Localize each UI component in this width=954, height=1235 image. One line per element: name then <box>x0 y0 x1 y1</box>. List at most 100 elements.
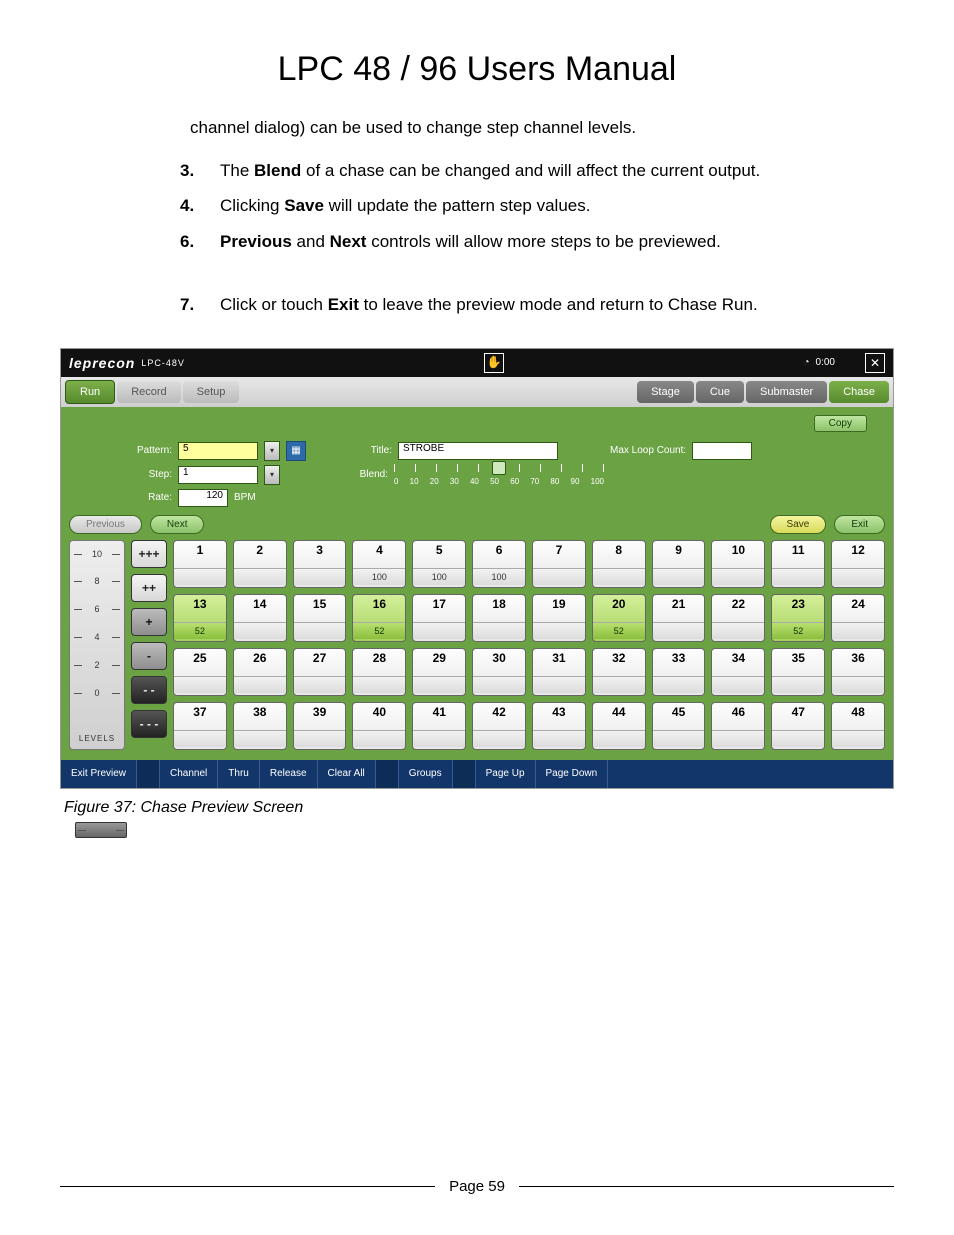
channel-26[interactable]: 26 <box>233 648 287 696</box>
tab-chase[interactable]: Chase <box>829 381 889 403</box>
logo: leprecon <box>69 355 135 371</box>
page-number: Page 59 <box>449 1178 505 1195</box>
bottom-page-down[interactable]: Page Down <box>536 760 609 788</box>
step-input[interactable]: 1 <box>178 466 258 484</box>
title-input[interactable]: STROBE <box>398 442 558 460</box>
tab-record[interactable]: Record <box>117 381 180 403</box>
channel-7[interactable]: 7 <box>532 540 586 588</box>
channel-10[interactable]: 10 <box>711 540 765 588</box>
channel-24[interactable]: 24 <box>831 594 885 642</box>
channel-37[interactable]: 37 <box>173 702 227 750</box>
channel-41[interactable]: 41 <box>412 702 466 750</box>
channel-33[interactable]: 33 <box>652 648 706 696</box>
channel-45[interactable]: 45 <box>652 702 706 750</box>
channel-36[interactable]: 36 <box>831 648 885 696</box>
bottom-groups[interactable]: Groups <box>399 760 453 788</box>
hand-icon[interactable]: ✋ <box>484 353 504 373</box>
bottom-spacer <box>137 760 160 788</box>
maxloop-input[interactable] <box>692 442 752 460</box>
pattern-grid-icon[interactable]: ▦ <box>286 441 306 461</box>
increment-button[interactable]: - - <box>131 676 167 704</box>
channel-13[interactable]: 1352 <box>173 594 227 642</box>
channel-31[interactable]: 31 <box>532 648 586 696</box>
channel-34[interactable]: 34 <box>711 648 765 696</box>
increment-button[interactable]: - - - <box>131 710 167 738</box>
tab-cue[interactable]: Cue <box>696 381 744 403</box>
blend-thumb[interactable] <box>492 461 506 475</box>
rate-input[interactable]: 120 <box>178 489 228 507</box>
channel-18[interactable]: 18 <box>472 594 526 642</box>
bottom-release[interactable]: Release <box>260 760 318 788</box>
channel-25[interactable]: 25 <box>173 648 227 696</box>
save-button[interactable]: Save <box>770 515 827 534</box>
copy-button[interactable]: Copy <box>814 415 867 432</box>
channel-1[interactable]: 1 <box>173 540 227 588</box>
channel-17[interactable]: 17 <box>412 594 466 642</box>
increment-button[interactable]: - <box>131 642 167 670</box>
channel-21[interactable]: 21 <box>652 594 706 642</box>
channel-14[interactable]: 14 <box>233 594 287 642</box>
channel-27[interactable]: 27 <box>293 648 347 696</box>
pattern-dropdown[interactable]: ▾ <box>264 441 280 461</box>
next-button[interactable]: Next <box>150 515 205 534</box>
level-knob[interactable] <box>75 822 127 838</box>
channel-43[interactable]: 43 <box>532 702 586 750</box>
channel-8[interactable]: 8 <box>592 540 646 588</box>
increment-button[interactable]: +++ <box>131 540 167 568</box>
channel-22[interactable]: 22 <box>711 594 765 642</box>
channel-12[interactable]: 12 <box>831 540 885 588</box>
channel-44[interactable]: 44 <box>592 702 646 750</box>
bottom-page-up[interactable]: Page Up <box>476 760 536 788</box>
channel-6[interactable]: 6100 <box>472 540 526 588</box>
channel-47[interactable]: 47 <box>771 702 825 750</box>
channel-9[interactable]: 9 <box>652 540 706 588</box>
chase-panel: Copy Pattern: 5 ▾ ▦ Title: STROBE Max Lo… <box>61 407 893 760</box>
bottom-channel[interactable]: Channel <box>160 760 218 788</box>
level-fader[interactable]: 1086420 LEVELS <box>69 540 125 750</box>
channel-11[interactable]: 11 <box>771 540 825 588</box>
channel-5[interactable]: 5100 <box>412 540 466 588</box>
bottom-clear-all[interactable]: Clear All <box>318 760 376 788</box>
channel-40[interactable]: 40 <box>352 702 406 750</box>
channel-28[interactable]: 28 <box>352 648 406 696</box>
bottom-bar: Exit Preview ChannelThruReleaseClear All G… <box>61 760 893 788</box>
channel-29[interactable]: 29 <box>412 648 466 696</box>
step-item: 7. Click or touch Exit to leave the prev… <box>180 292 854 318</box>
channel-2[interactable]: 2 <box>233 540 287 588</box>
channel-42[interactable]: 42 <box>472 702 526 750</box>
channel-15[interactable]: 15 <box>293 594 347 642</box>
tab-run[interactable]: Run <box>65 380 115 404</box>
increment-button[interactable]: ++ <box>131 574 167 602</box>
previous-button[interactable]: Previous <box>69 515 142 534</box>
tab-submaster[interactable]: Submaster <box>746 381 827 403</box>
step-label: Step: <box>124 469 172 480</box>
tab-setup[interactable]: Setup <box>183 381 240 403</box>
blend-slider[interactable]: 0102030405060708090100 <box>394 464 604 486</box>
pattern-input[interactable]: 5 <box>178 442 258 460</box>
channel-20[interactable]: 2052 <box>592 594 646 642</box>
channel-38[interactable]: 38 <box>233 702 287 750</box>
channel-19[interactable]: 19 <box>532 594 586 642</box>
exit-button[interactable]: Exit <box>834 515 885 534</box>
channel-3[interactable]: 3 <box>293 540 347 588</box>
step-item: 3.The Blend of a chase can be changed an… <box>180 158 854 184</box>
increment-button[interactable]: + <box>131 608 167 636</box>
channel-32[interactable]: 32 <box>592 648 646 696</box>
channel-23[interactable]: 2352 <box>771 594 825 642</box>
model-label: LPC-48V <box>141 358 185 368</box>
channel-30[interactable]: 30 <box>472 648 526 696</box>
channel-16[interactable]: 1652 <box>352 594 406 642</box>
channel-48[interactable]: 48 <box>831 702 885 750</box>
screenshot-figure: leprecon LPC-48V ✋ ◔ 0:00 ✕ Run Record S… <box>60 348 894 789</box>
page-footer: Page 59 <box>60 1178 894 1195</box>
bottom-thru[interactable]: Thru <box>218 760 260 788</box>
step-dropdown[interactable]: ▾ <box>264 465 280 485</box>
close-icon[interactable]: ✕ <box>865 353 885 373</box>
channel-46[interactable]: 46 <box>711 702 765 750</box>
title-label: Title: <box>358 445 392 456</box>
channel-4[interactable]: 4100 <box>352 540 406 588</box>
bottom-exit-preview[interactable]: Exit Preview <box>61 760 137 788</box>
tab-stage[interactable]: Stage <box>637 381 694 403</box>
channel-39[interactable]: 39 <box>293 702 347 750</box>
channel-35[interactable]: 35 <box>771 648 825 696</box>
